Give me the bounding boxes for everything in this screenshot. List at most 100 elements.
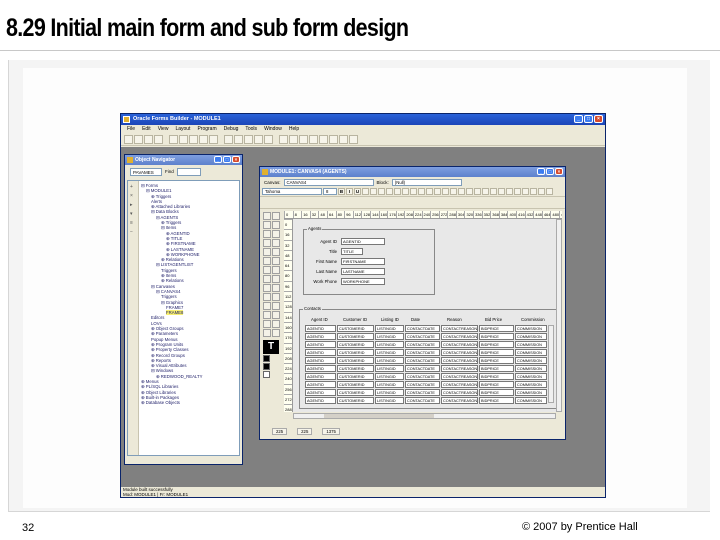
palette-tool-button[interactable] [263,230,271,238]
font-size-select[interactable]: 8 [323,188,337,195]
palette-tool-button[interactable] [272,302,280,310]
grid-cell[interactable]: CONTACTREASON [441,389,478,396]
navigator-scrollbar[interactable] [127,456,240,463]
menu-item-layout[interactable]: Layout [175,125,190,134]
toolbar-button[interactable] [244,135,253,144]
grid-cell[interactable]: CONTACTDATE [405,389,440,396]
color-swatch[interactable] [263,363,270,370]
format-tool-button[interactable] [538,188,545,195]
grid-cell[interactable]: COMMISSION [515,325,547,332]
palette-tool-button[interactable] [272,221,280,229]
format-tool-button[interactable] [506,188,513,195]
grid-cell[interactable]: COMMISSION [515,373,547,380]
field-input[interactable]: AGENTID [341,238,385,245]
canvas-horizontal-scrollbar[interactable] [293,413,556,419]
grid-cell[interactable]: AGENTID [305,365,336,372]
format-tool-button[interactable] [458,188,465,195]
grid-cell[interactable]: CUSTOMERID [337,333,374,340]
format-tool-button[interactable] [482,188,489,195]
navigator-titlebar[interactable]: Object Navigator _ □ × [125,155,242,165]
grid-cell[interactable]: CONTACTREASON [441,381,478,388]
grid-cell[interactable]: LISTINGID [375,373,404,380]
grid-cell[interactable]: COMMISSION [515,333,547,340]
grid-cell[interactable]: CONTACTDATE [405,341,440,348]
palette-tool-button[interactable] [272,275,280,283]
grid-cell[interactable]: CONTACTREASON [441,397,478,404]
navigator-minimize-button[interactable]: _ [214,156,222,163]
grid-cell[interactable]: AGENTID [305,373,336,380]
format-u-button[interactable]: U [354,188,361,195]
menu-item-edit[interactable]: Edit [142,125,151,134]
text-tool-icon[interactable]: T [263,340,279,354]
layout-canvas[interactable]: Agents Agent ID AGENTID Title TITLE First Na… [293,219,562,412]
contacts-scrollbar[interactable] [548,325,554,403]
navigator-select[interactable]: PAVAMES [130,167,162,176]
grid-cell[interactable]: AGENTID [305,389,336,396]
grid-cell[interactable]: AGENTID [305,397,336,404]
toolbar-button[interactable] [209,135,218,144]
grid-cell[interactable]: CONTACTDATE [405,325,440,332]
palette-tool-button[interactable] [272,284,280,292]
grid-cell[interactable]: COMMISSION [515,357,547,364]
collapse-all-icon[interactable]: − [130,229,136,235]
delete-icon[interactable]: × [130,193,136,199]
toolbar-button[interactable] [329,135,338,144]
grid-cell[interactable]: CONTACTREASON [441,325,478,332]
grid-cell[interactable]: CUSTOMERID [337,381,374,388]
find-input[interactable] [176,167,201,176]
format-tool-button[interactable] [474,188,481,195]
format-tool-button[interactable] [410,188,417,195]
maximize-button[interactable]: □ [584,115,593,123]
grid-cell[interactable]: CONTACTDATE [405,381,440,388]
palette-tool-button[interactable] [272,320,280,328]
grid-cell[interactable]: COMMISSION [515,341,547,348]
menu-item-view[interactable]: View [158,125,169,134]
toolbar-button[interactable] [234,135,243,144]
color-swatch[interactable] [263,371,270,378]
format-tool-button[interactable] [442,188,449,195]
palette-tool-button[interactable] [272,329,280,337]
horizontal-scroll-thumb[interactable] [324,414,434,418]
create-icon[interactable]: + [130,184,136,190]
grid-cell[interactable]: CUSTOMERID [337,397,374,404]
grid-cell[interactable]: BIDPRICE [479,325,514,332]
format-tool-button[interactable] [450,188,457,195]
grid-cell[interactable]: CONTACTREASON [441,341,478,348]
block-select[interactable]: (Null) [391,178,462,186]
palette-tool-button[interactable] [272,311,280,319]
color-swatch[interactable] [263,355,270,362]
toolbar-button[interactable] [179,135,188,144]
grid-cell[interactable]: LISTINGID [375,381,404,388]
field-input[interactable]: FIRSTNAME [341,258,385,265]
palette-tool-button[interactable] [263,248,271,256]
grid-cell[interactable]: COMMISSION [515,365,547,372]
palette-tool-button[interactable] [263,329,271,337]
toolbar-button[interactable] [309,135,318,144]
grid-cell[interactable]: CONTACTDATE [405,357,440,364]
field-input[interactable]: TITLE [341,248,363,255]
format-tool-button[interactable] [466,188,473,195]
grid-cell[interactable]: BIDPRICE [479,349,514,356]
format-tool-button[interactable] [402,188,409,195]
grid-cell[interactable]: CONTACTREASON [441,349,478,356]
grid-cell[interactable]: CONTACTREASON [441,373,478,380]
field-input[interactable]: WORKPHONE [341,278,385,285]
expand-icon[interactable]: ▸ [130,202,136,208]
font-select[interactable]: Tahoma [262,188,322,195]
grid-cell[interactable]: CUSTOMERID [337,365,374,372]
canvas-vertical-scrollbar[interactable] [556,219,562,412]
palette-tool-button[interactable] [263,257,271,265]
toolbar-button[interactable] [254,135,263,144]
grid-cell[interactable]: COMMISSION [515,397,547,404]
menu-item-tools[interactable]: Tools [245,125,257,134]
format-tool-button[interactable] [426,188,433,195]
toolbar-button[interactable] [169,135,178,144]
grid-cell[interactable]: BIDPRICE [479,389,514,396]
grid-cell[interactable]: LISTINGID [375,349,404,356]
grid-cell[interactable]: CONTACTDATE [405,397,440,404]
grid-cell[interactable]: COMMISSION [515,381,547,388]
grid-cell[interactable]: COMMISSION [515,389,547,396]
toolbar-button[interactable] [134,135,143,144]
navigator-close-button[interactable]: × [232,156,240,163]
layout-maximize-button[interactable]: □ [546,168,554,175]
